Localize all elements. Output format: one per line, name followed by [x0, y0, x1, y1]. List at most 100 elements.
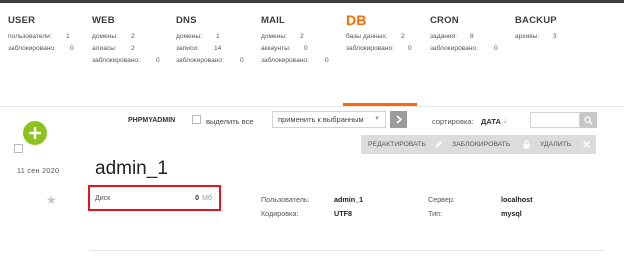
lock-icon[interactable]: [522, 140, 531, 149]
apply-go-button[interactable]: [390, 111, 407, 128]
phpmyadmin-link[interactable]: PHPMYADMIN: [128, 117, 175, 124]
stat-label: заблокировано:: [92, 57, 140, 64]
stat-line: заблокировано: 0: [261, 55, 329, 67]
add-database-button[interactable]: [23, 121, 47, 145]
stat-label: домены:: [176, 33, 202, 40]
stat-label: записи:: [176, 45, 199, 52]
stat-db[interactable]: DB базы данных: 2 заблокировано: 0: [346, 12, 412, 55]
stat-label: архивы:: [515, 33, 540, 40]
stat-value: 0: [494, 45, 498, 52]
block-button[interactable]: ЗАБЛОКИРОВАТЬ: [452, 135, 510, 154]
stat-line: задания: 8: [430, 31, 474, 43]
stat-user[interactable]: USER пользователи: 1 заблокировано: 0: [8, 15, 74, 55]
stat-value: 8: [470, 33, 474, 40]
edit-button[interactable]: РЕДАКТИРОВАТЬ: [368, 135, 426, 154]
chevron-right-icon: [395, 115, 402, 124]
row-actions-bar: РЕДАКТИРОВАТЬ ЗАБЛОКИРОВАТЬ УДАЛИТЬ: [361, 135, 596, 154]
stat-value: 1: [66, 33, 70, 40]
stat-dns-title[interactable]: DNS: [176, 15, 197, 31]
stat-label: заблокировано:: [261, 57, 309, 64]
search-icon: [584, 115, 593, 125]
stat-cron[interactable]: CRON задания: 8 заблокировано: 0: [430, 15, 498, 55]
divider: [0, 106, 624, 107]
stat-label: задания:: [430, 33, 457, 40]
server-value: localhost: [501, 195, 533, 204]
search-input[interactable]: [530, 112, 580, 128]
apply-action-select-value: применить к выбранным: [278, 115, 364, 124]
stat-value: 2: [131, 45, 135, 52]
stat-label: алиасы:: [92, 45, 117, 52]
stat-line: заблокировано: 0: [92, 55, 160, 67]
pencil-icon[interactable]: [434, 140, 443, 149]
stat-line: архивы: 3: [515, 31, 557, 43]
stat-value: 3: [553, 33, 557, 40]
disk-unit: Мб: [202, 195, 212, 202]
row-checkbox[interactable]: [14, 144, 23, 153]
disk-value: 0: [195, 195, 199, 202]
stat-backup-title[interactable]: BACKUP: [515, 15, 557, 31]
stat-line: аккаунты: 0: [261, 43, 308, 55]
caret-down-icon: ▼: [374, 116, 380, 122]
stat-value: 0: [70, 45, 74, 52]
stat-web-title[interactable]: WEB: [92, 15, 115, 31]
stat-value: 2: [401, 33, 405, 40]
stat-line: заблокировано: 0: [8, 43, 74, 55]
select-all-label[interactable]: выделить все: [206, 117, 254, 126]
stat-label: аккаунты:: [261, 45, 291, 52]
stat-line: домены: 2: [92, 31, 135, 43]
stat-value: 0: [408, 45, 412, 52]
sort-direction-icon[interactable]: ↓: [503, 116, 507, 125]
stat-user-title[interactable]: USER: [8, 15, 35, 31]
stat-label: заблокировано:: [176, 57, 224, 64]
stat-line: записи: 14: [176, 43, 221, 55]
stats-bar: USER пользователи: 1 заблокировано: 0 WEB …: [0, 3, 624, 106]
plus-icon: [29, 127, 41, 139]
stat-line: заблокировано: 0: [430, 43, 498, 55]
encoding-label: Кодировка:: [261, 209, 299, 218]
stat-label: заблокировано:: [430, 45, 478, 52]
stat-line: базы данных: 2: [346, 31, 405, 43]
apply-action-select[interactable]: применить к выбранным ▼: [272, 111, 386, 128]
stat-label: домены:: [92, 33, 118, 40]
search-button[interactable]: [580, 112, 597, 128]
sort-value[interactable]: ДАТА: [481, 117, 501, 126]
type-value: mysql: [501, 209, 522, 218]
stat-line: алиасы: 2: [92, 43, 135, 55]
created-date: 11 сен 2020: [17, 166, 60, 175]
sort-label: сортировка:: [432, 117, 474, 126]
stat-cron-title[interactable]: CRON: [430, 15, 459, 31]
stat-db-title[interactable]: DB: [346, 12, 367, 31]
stat-value: 0: [156, 57, 160, 64]
stat-value: 2: [300, 33, 304, 40]
database-name[interactable]: admin_1: [95, 158, 168, 180]
stat-line: пользователи: 1: [8, 31, 70, 43]
select-all-checkbox[interactable]: [192, 115, 201, 124]
stat-mail[interactable]: MAIL домены: 2 аккаунты: 0 заблокировано: 0: [261, 15, 329, 67]
row-separator: [90, 250, 604, 251]
stat-dns[interactable]: DNS домены: 1 записи: 14 заблокировано: 0: [176, 15, 244, 67]
user-label: Пользователь:: [261, 195, 310, 204]
stat-mail-title[interactable]: MAIL: [261, 15, 285, 31]
type-label: Тип:: [428, 209, 442, 218]
stat-label: заблокировано:: [8, 45, 56, 52]
user-value: admin_1: [334, 195, 364, 204]
stat-backup[interactable]: BACKUP архивы: 3: [515, 15, 557, 43]
stat-line: домены: 1: [176, 31, 220, 43]
stat-line: домены: 2: [261, 31, 304, 43]
stat-value: 14: [214, 45, 222, 52]
stat-value: 2: [131, 33, 135, 40]
disk-usage-box: Диск 0 Мб: [88, 185, 221, 211]
disk-label: Диск: [95, 195, 111, 202]
delete-button[interactable]: УДАЛИТЬ: [540, 135, 571, 154]
stat-web[interactable]: WEB домены: 2 алиасы: 2 заблокировано: 0: [92, 15, 160, 67]
encoding-value: UTF8: [334, 209, 352, 218]
stat-label: базы данных:: [346, 33, 388, 40]
star-icon[interactable]: ★: [46, 193, 57, 207]
stat-label: заблокировано:: [346, 45, 394, 52]
stat-value: 0: [304, 45, 308, 52]
close-icon[interactable]: [582, 140, 591, 149]
stat-value: 1: [216, 33, 220, 40]
server-label: Сервер:: [428, 195, 455, 204]
stat-value: 0: [325, 57, 329, 64]
stat-label: домены:: [261, 33, 287, 40]
